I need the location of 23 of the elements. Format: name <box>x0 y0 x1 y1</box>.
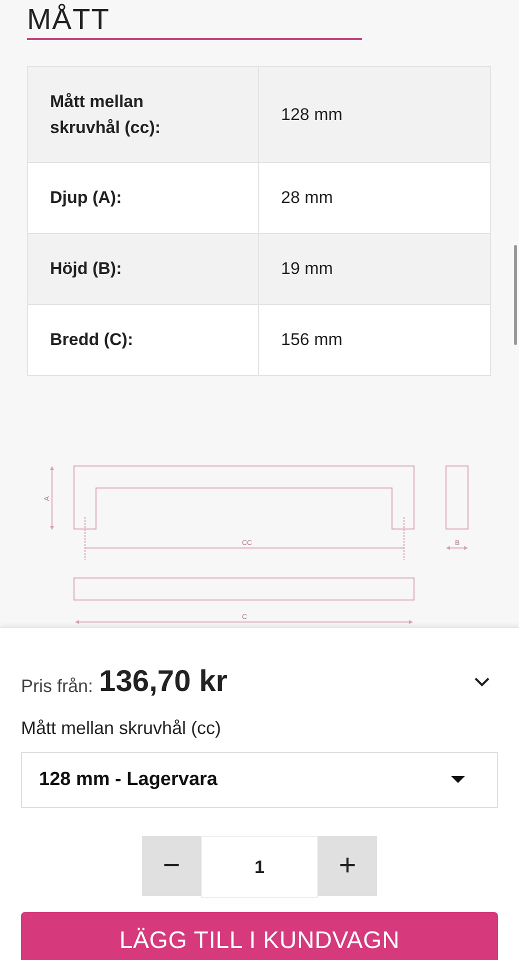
spec-value: 128 mm <box>258 66 490 162</box>
chevron-down-icon[interactable] <box>474 677 490 687</box>
spec-label: Djup (A): <box>28 162 258 234</box>
spec-label: Mått mellan skruvhål (cc): <box>28 66 258 162</box>
spec-value: 28 mm <box>258 162 490 234</box>
price: 136,70 kr <box>99 665 228 699</box>
spec-label: Höjd (B): <box>28 234 258 304</box>
increase-button[interactable]: + <box>318 836 377 896</box>
spec-value: 19 mm <box>258 234 490 304</box>
decrease-button[interactable]: − <box>142 836 201 896</box>
handle-side-drawing <box>446 466 468 530</box>
dimension-line <box>50 466 54 530</box>
spec-label: Bredd (C): <box>28 304 258 376</box>
section-title: MÅTT <box>27 2 110 38</box>
size-dropdown[interactable]: 128 mm - Lagervara <box>21 752 498 808</box>
dimension-line <box>446 546 468 550</box>
spec-value: 156 mm <box>258 304 490 376</box>
scrollbar[interactable] <box>514 245 517 345</box>
caret-icon <box>451 776 465 784</box>
quantity-field[interactable]: 1 <box>201 836 318 898</box>
add-to-cart-button[interactable]: LÄGG TILL I KUNDVAGN <box>21 912 498 960</box>
price-label: Pris från: <box>21 676 94 696</box>
option-label: Mått mellan skruvhål (cc) <box>21 718 222 739</box>
